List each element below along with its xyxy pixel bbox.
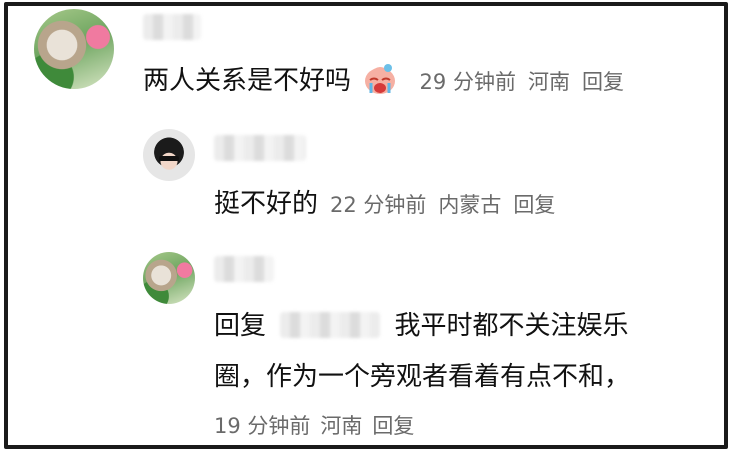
comment-meta: 19 分钟前 河南 回复 (214, 410, 414, 440)
username-blurred[interactable] (143, 14, 201, 40)
avatar[interactable] (143, 129, 195, 181)
reply-button[interactable]: 回复 (372, 414, 414, 438)
reply-button[interactable]: 回复 (513, 193, 555, 217)
mentioned-username-blurred[interactable] (280, 312, 381, 338)
username-blurred[interactable] (214, 256, 274, 282)
comment-time: 19 分钟前 (214, 414, 311, 438)
comment-text: 两人关系是不好吗 29 分钟前 河南 回复 (143, 60, 624, 97)
comment-body: 两人关系是不好吗 (143, 66, 352, 96)
crying-face-emoji-icon (361, 62, 399, 96)
reply-prefix: 回复 (214, 311, 267, 341)
comment-time: 29 分钟前 (419, 70, 516, 94)
comment-time: 22 分钟前 (330, 193, 427, 217)
comment-text: 挺不好的 22 分钟前 内蒙古 回复 (214, 183, 555, 220)
comment-location: 河南 (320, 414, 363, 438)
comment-text-line-2: 圈，作为一个旁观者看着有点不和， (214, 356, 630, 393)
avatar[interactable] (34, 9, 114, 89)
reply-button[interactable]: 回复 (582, 70, 624, 94)
comment-location: 河南 (527, 70, 570, 94)
comment-body: 我平时都不关注娱乐 (394, 311, 629, 341)
comment-location: 内蒙古 (438, 193, 502, 217)
username-blurred[interactable] (214, 135, 306, 161)
avatar[interactable] (143, 252, 195, 304)
comment-text-line-1: 回复 我平时都不关注娱乐 (214, 305, 629, 342)
comment-body-continued: 圈，作为一个旁观者看着有点不和， (214, 362, 631, 392)
sunglasses-icon (158, 156, 180, 161)
comment-body: 挺不好的 (214, 189, 319, 219)
